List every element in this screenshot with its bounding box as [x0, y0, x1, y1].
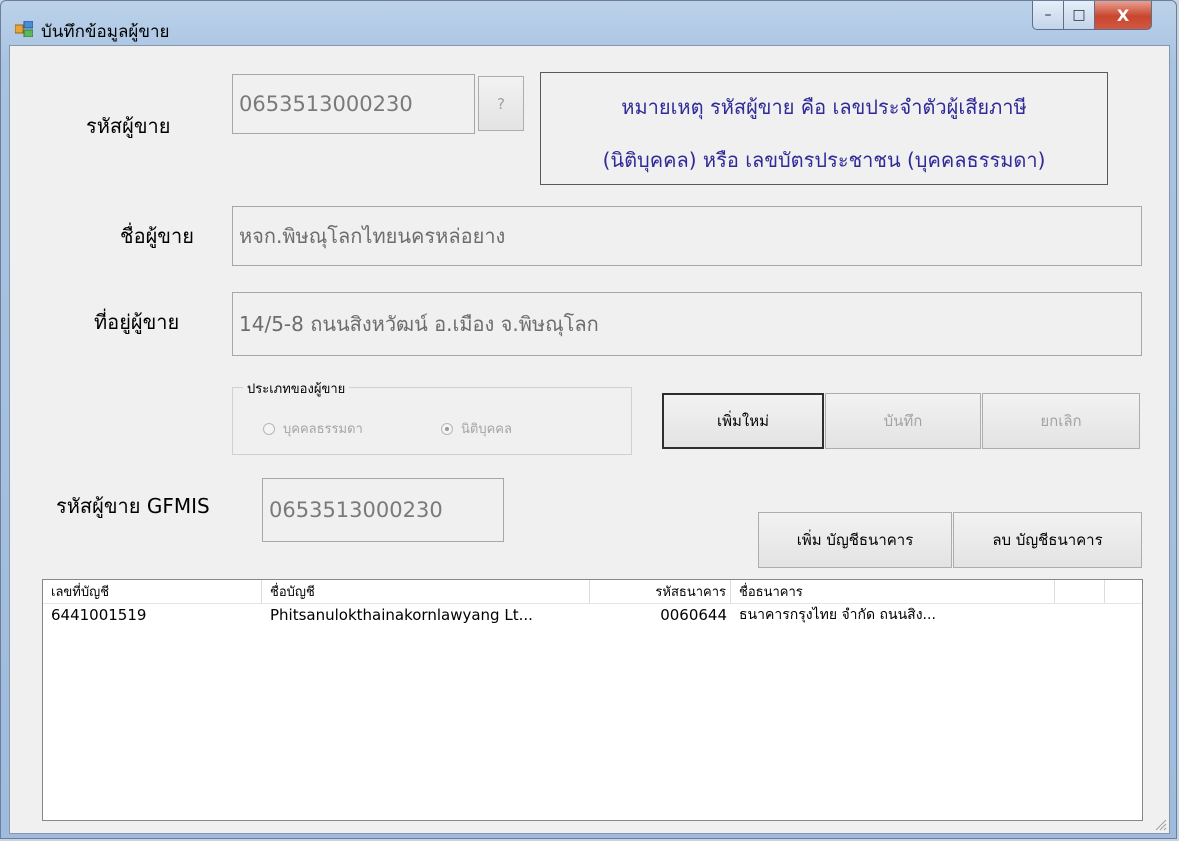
- radio-individual-dot: [263, 422, 275, 435]
- seller-form-window: บันทึกข้อมูลผู้ขาย – □ X รหัสผู้ขาย 0653…: [0, 0, 1177, 839]
- column-account-number[interactable]: เลขที่บัญชี: [43, 580, 262, 603]
- title-bar[interactable]: บันทึกข้อมูลผู้ขาย – □ X: [1, 1, 1176, 45]
- seller-name-label: ชื่อผู้ขาย: [120, 224, 194, 248]
- note-line-1: หมายเหตุ รหัสผู้ขาย คือ เลขประจำตัวผู้เส…: [621, 95, 1027, 119]
- table-row[interactable]: 6441001519 Phitsanulokthainakornlawyang …: [43, 604, 1142, 626]
- seller-code-field[interactable]: 0653513000230: [232, 74, 475, 134]
- column-filler: [1055, 580, 1105, 603]
- gfmis-field[interactable]: 0653513000230: [262, 478, 504, 542]
- seller-code-label: รหัสผู้ขาย: [86, 114, 171, 138]
- gfmis-label: รหัสผู้ขาย GFMIS: [56, 494, 210, 518]
- maximize-button[interactable]: □: [1064, 1, 1095, 30]
- cell-account-number: 6441001519: [51, 606, 147, 624]
- radio-individual-label: บุคคลธรรมดา: [283, 422, 363, 437]
- minimize-button[interactable]: –: [1032, 1, 1064, 30]
- column-bank-name[interactable]: ชื่อธนาคาร: [731, 580, 1055, 603]
- seller-type-group: ประเภทของผู้ขาย บุคคลธรรมดา นิติบุคคล: [232, 378, 632, 455]
- lookup-button[interactable]: ?: [478, 76, 524, 131]
- seller-address-field[interactable]: 14/5-8 ถนนสิงหวัฒน์ อ.เมือง จ.พิษณุโลก: [232, 292, 1142, 356]
- form-window-icon: [15, 21, 33, 37]
- close-button[interactable]: X: [1095, 1, 1152, 30]
- close-icon: X: [1116, 5, 1130, 25]
- window-controls: – □ X: [1032, 1, 1152, 31]
- minimize-icon: –: [1044, 7, 1052, 23]
- note-line-2: (นิติบุคคล) หรือ เลขบัตรประชาชน (บุคคลธร…: [602, 148, 1046, 172]
- seller-address-label: ที่อยู่ผู้ขาย: [94, 310, 180, 334]
- seller-type-legend: ประเภทของผู้ขาย: [243, 378, 350, 399]
- radio-juristic[interactable]: นิติบุคคล: [441, 418, 512, 439]
- resize-grip-icon[interactable]: [1153, 817, 1167, 831]
- radio-juristic-label: นิติบุคคล: [461, 422, 512, 437]
- seller-name-field[interactable]: หจก.พิษณุโลกไทยนครหล่อยาง: [232, 206, 1142, 266]
- cell-bank-code: 0060644: [660, 606, 727, 624]
- radio-individual[interactable]: บุคคลธรรมดา: [263, 418, 363, 439]
- list-header: เลขที่บัญชี ชื่อบัญชี รหัสธนาคาร ชื่อธนา…: [43, 580, 1142, 604]
- cell-account-name: Phitsanulokthainakornlawyang Lt...: [270, 606, 533, 624]
- window-title: บันทึกข้อมูลผู้ขาย: [41, 22, 170, 42]
- bank-accounts-list[interactable]: เลขที่บัญชี ชื่อบัญชี รหัสธนาคาร ชื่อธนา…: [42, 579, 1143, 821]
- add-bank-account-button[interactable]: เพิ่ม บัญชีธนาคาร: [758, 512, 952, 568]
- cancel-button[interactable]: ยกเลิก: [982, 393, 1140, 449]
- column-account-name[interactable]: ชื่อบัญชี: [262, 580, 590, 603]
- seller-code-note: หมายเหตุ รหัสผู้ขาย คือ เลขประจำตัวผู้เส…: [540, 72, 1108, 185]
- new-button[interactable]: เพิ่มใหม่: [662, 393, 824, 449]
- maximize-icon: □: [1072, 7, 1086, 23]
- delete-bank-account-button[interactable]: ลบ บัญชีธนาคาร: [953, 512, 1142, 568]
- column-bank-code[interactable]: รหัสธนาคาร: [590, 580, 731, 603]
- radio-juristic-dot: [441, 422, 453, 435]
- cell-bank-name: ธนาคารกรุงไทย จำกัด ถนนสิง...: [739, 607, 936, 623]
- form-body: รหัสผู้ขาย 0653513000230 ? หมายเหตุ รหัส…: [9, 45, 1170, 834]
- save-button[interactable]: บันทึก: [825, 393, 981, 449]
